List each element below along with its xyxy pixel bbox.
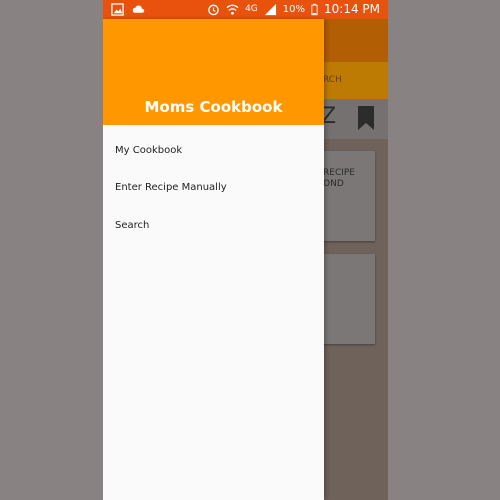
battery-icon xyxy=(311,3,318,15)
alarm-icon xyxy=(208,4,219,15)
status-time: 10:14 PM xyxy=(324,2,380,16)
phone-screen: 4G 10% 10:14 PM RCH Z RECIPE OND Moms Co… xyxy=(103,0,388,500)
wifi-icon xyxy=(226,4,239,15)
drawer-item-search[interactable]: Search xyxy=(115,220,149,231)
navigation-drawer: Moms Cookbook My Cookbook Enter Recipe M… xyxy=(103,19,324,500)
network-type-label: 4G xyxy=(245,4,258,14)
status-right-icons: 4G 10% 10:14 PM xyxy=(207,2,380,16)
drawer-header: Moms Cookbook xyxy=(103,19,324,125)
status-bar: 4G 10% 10:14 PM xyxy=(103,0,388,19)
drawer-item-my-cookbook[interactable]: My Cookbook xyxy=(115,145,182,156)
drawer-item-enter-recipe-manually[interactable]: Enter Recipe Manually xyxy=(115,182,227,193)
cloud-icon xyxy=(132,5,145,13)
signal-icon xyxy=(264,3,276,15)
gallery-icon xyxy=(111,3,124,16)
status-left-icons xyxy=(111,3,145,16)
recipe-card-title: RECIPE OND xyxy=(323,168,355,189)
drawer-title: Moms Cookbook xyxy=(144,98,283,116)
tab-search[interactable]: RCH xyxy=(323,75,342,85)
bookmark-icon[interactable] xyxy=(355,105,377,131)
battery-percent: 10% xyxy=(282,3,305,15)
